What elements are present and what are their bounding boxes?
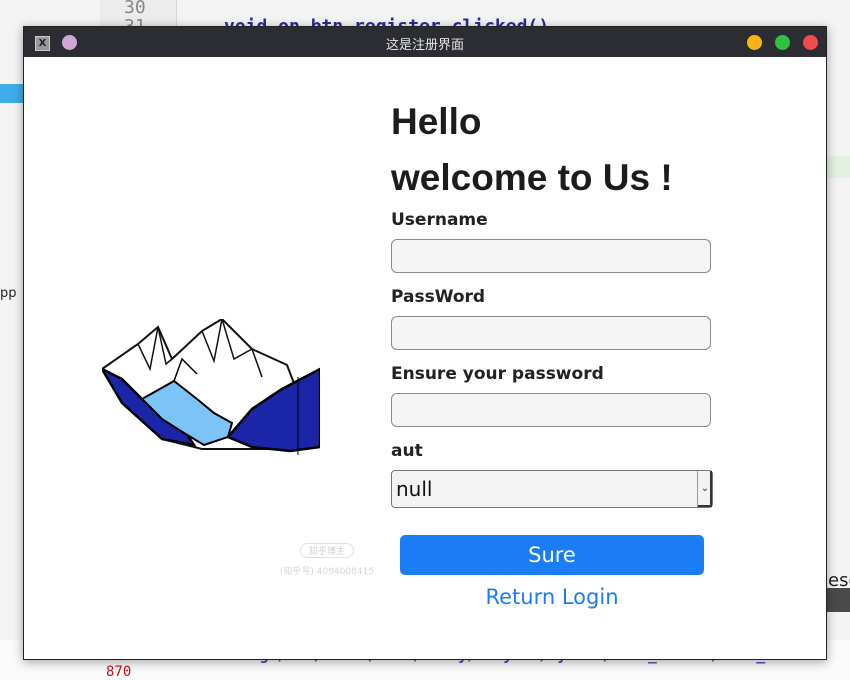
aut-select[interactable]: null ⌄ [391, 470, 713, 508]
return-login-link[interactable]: Return Login [400, 585, 704, 609]
register-window: X 这是注册界面 知乎博主 (知乎号) 4094008415 Hello wel… [23, 26, 827, 660]
background-panel [824, 588, 850, 612]
confirm-password-input[interactable] [391, 393, 711, 427]
watermark-text: (知乎号) 4094008415 [279, 567, 375, 577]
sidebar-label: pp [0, 286, 17, 301]
heading-hello: Hello [391, 101, 482, 142]
editor-highlight-line [824, 156, 850, 178]
aut-selected-value: null [396, 477, 433, 501]
sidebar-selection [0, 84, 23, 103]
username-label: Username [391, 210, 488, 230]
password-input[interactable] [391, 316, 711, 350]
title-bar[interactable]: X 这是注册界面 [24, 27, 826, 57]
window-title: 这是注册界面 [385, 38, 464, 53]
heading-welcome: welcome to Us ! [391, 157, 673, 198]
console-output-number: 870 [106, 664, 132, 680]
minimize-button[interactable] [747, 35, 762, 50]
mountain-logo-icon [102, 319, 320, 455]
window-content: 知乎博主 (知乎号) 4094008415 Hello welcome to U… [24, 57, 826, 658]
maximize-button[interactable] [775, 35, 790, 50]
watermark-badge: 知乎博主 [299, 543, 354, 558]
watermark: 知乎博主 (知乎号) 4094008415 [279, 543, 375, 577]
chevron-down-icon[interactable]: ⌄ [697, 471, 712, 507]
password-label: PassWord [391, 287, 486, 307]
close-button[interactable] [803, 35, 818, 50]
username-input[interactable] [391, 239, 711, 273]
confirm-password-label: Ensure your password [391, 364, 604, 384]
aut-label: aut [391, 441, 423, 461]
sure-button[interactable]: Sure [400, 535, 704, 575]
